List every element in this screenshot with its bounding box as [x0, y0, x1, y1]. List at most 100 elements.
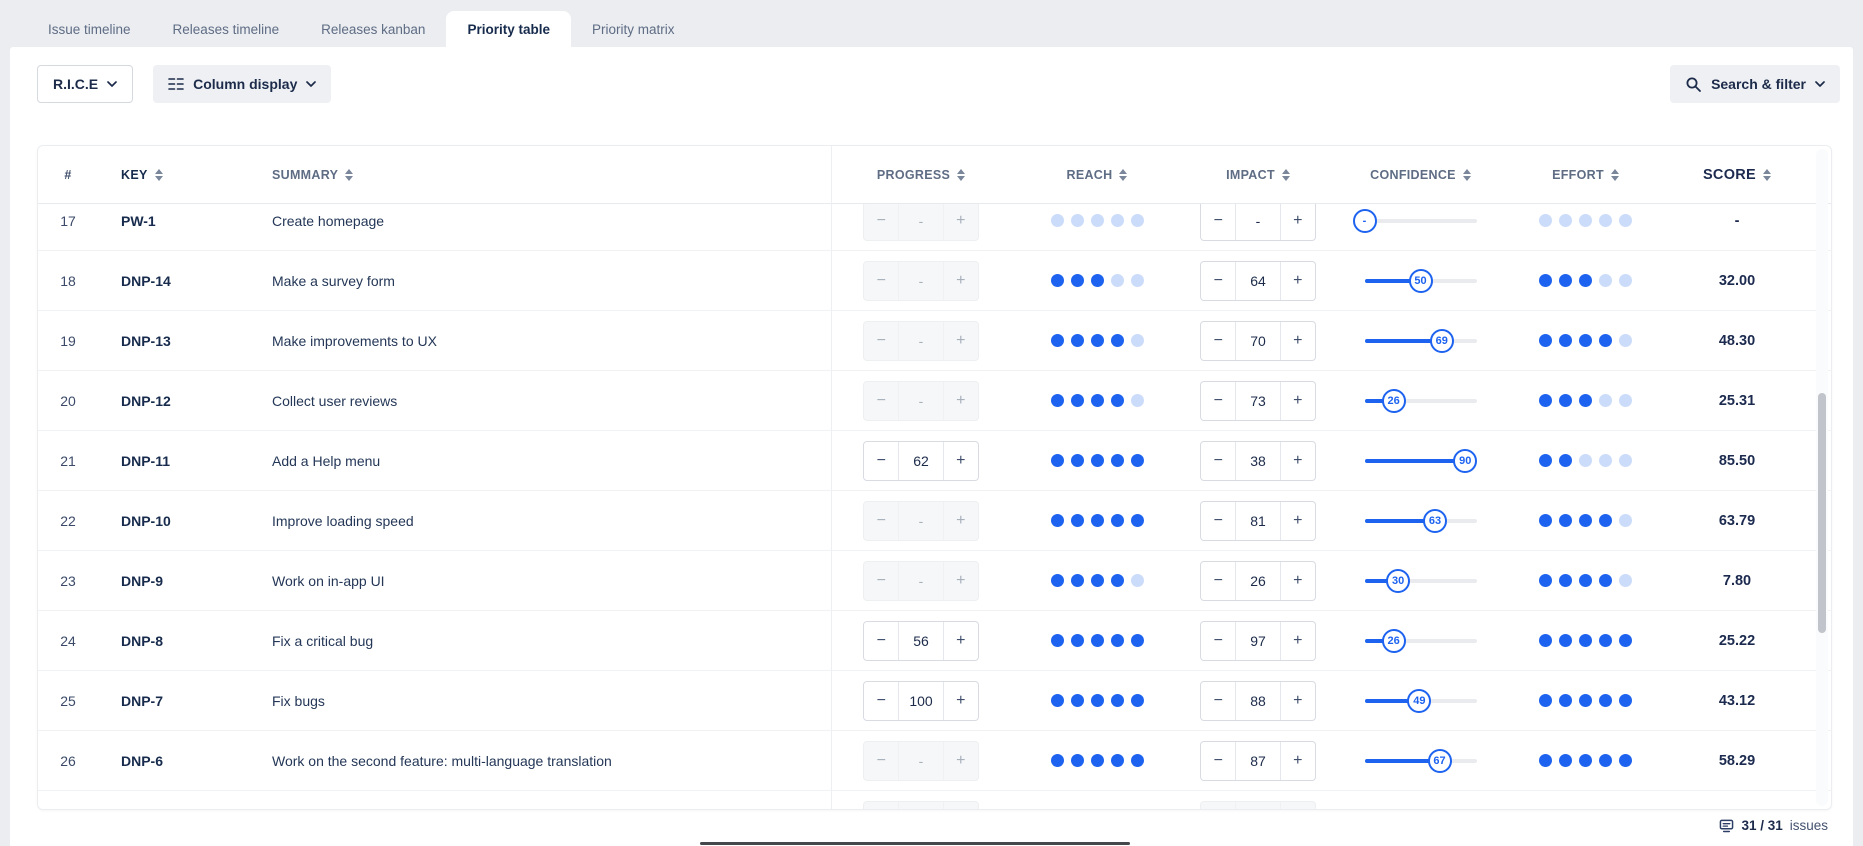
- effort-dot[interactable]: [1599, 514, 1612, 527]
- progress-increment-button[interactable]: +: [944, 622, 978, 660]
- effort-dot[interactable]: [1539, 514, 1552, 527]
- impact-increment-button[interactable]: +: [1281, 682, 1315, 720]
- effort-dot[interactable]: [1539, 634, 1552, 647]
- impact-value[interactable]: 70: [1235, 322, 1280, 360]
- column-header-impact[interactable]: IMPACT: [1183, 168, 1333, 182]
- reach-dot[interactable]: [1051, 754, 1064, 767]
- effort-dot[interactable]: [1559, 754, 1572, 767]
- impact-increment-button[interactable]: +: [1281, 382, 1315, 420]
- vertical-scrollbar-track[interactable]: [1816, 149, 1828, 806]
- reach-dot[interactable]: [1131, 334, 1144, 347]
- effort-dot[interactable]: [1559, 514, 1572, 527]
- progress-value[interactable]: 62: [898, 442, 943, 480]
- impact-value[interactable]: 81: [1235, 502, 1280, 540]
- slider-thumb[interactable]: 90: [1453, 449, 1477, 473]
- slider-thumb[interactable]: 50: [1409, 269, 1433, 293]
- reach-dot[interactable]: [1071, 214, 1084, 227]
- slider-thumb[interactable]: 30: [1386, 569, 1410, 593]
- reach-dot[interactable]: [1091, 574, 1104, 587]
- effort-dot[interactable]: [1559, 634, 1572, 647]
- reach-dot[interactable]: [1111, 214, 1124, 227]
- reach-dot[interactable]: [1051, 214, 1064, 227]
- column-header-confidence[interactable]: CONFIDENCE: [1333, 168, 1508, 182]
- effort-dot[interactable]: [1599, 694, 1612, 707]
- confidence-slider[interactable]: 30: [1365, 568, 1477, 594]
- slider-thumb[interactable]: 49: [1407, 689, 1431, 713]
- confidence-slider[interactable]: 90: [1365, 448, 1477, 474]
- impact-increment-button[interactable]: +: [1281, 204, 1315, 240]
- confidence-slider[interactable]: 26: [1365, 388, 1477, 414]
- impact-increment-button[interactable]: +: [1281, 502, 1315, 540]
- impact-decrement-button[interactable]: −: [1201, 622, 1235, 660]
- confidence-slider[interactable]: 50: [1365, 268, 1477, 294]
- reach-dot[interactable]: [1131, 694, 1144, 707]
- impact-decrement-button[interactable]: −: [1201, 562, 1235, 600]
- confidence-slider[interactable]: 69: [1365, 328, 1477, 354]
- effort-dot[interactable]: [1599, 214, 1612, 227]
- reach-dot[interactable]: [1051, 574, 1064, 587]
- slider-thumb[interactable]: 69: [1430, 329, 1454, 353]
- impact-value[interactable]: 26: [1235, 562, 1280, 600]
- progress-increment-button[interactable]: +: [944, 682, 978, 720]
- impact-decrement-button[interactable]: −: [1201, 382, 1235, 420]
- effort-dot[interactable]: [1619, 514, 1632, 527]
- tab-priority-table[interactable]: Priority table: [446, 11, 571, 47]
- impact-increment-button[interactable]: +: [1281, 262, 1315, 300]
- reach-dot[interactable]: [1071, 694, 1084, 707]
- impact-value[interactable]: 97: [1235, 622, 1280, 660]
- reach-dot[interactable]: [1051, 634, 1064, 647]
- impact-decrement-button[interactable]: −: [1201, 502, 1235, 540]
- effort-dot[interactable]: [1599, 454, 1612, 467]
- reach-dot[interactable]: [1071, 754, 1084, 767]
- effort-dot[interactable]: [1559, 694, 1572, 707]
- reach-dot[interactable]: [1091, 394, 1104, 407]
- impact-decrement-button[interactable]: −: [1201, 262, 1235, 300]
- slider-thumb[interactable]: 26: [1382, 389, 1406, 413]
- effort-dot[interactable]: [1579, 514, 1592, 527]
- impact-decrement-button[interactable]: −: [1201, 682, 1235, 720]
- confidence-slider[interactable]: -: [1365, 208, 1477, 234]
- reach-dot[interactable]: [1071, 634, 1084, 647]
- effort-dot[interactable]: [1559, 454, 1572, 467]
- impact-increment-button[interactable]: +: [1281, 442, 1315, 480]
- reach-dot[interactable]: [1051, 514, 1064, 527]
- effort-dot[interactable]: [1539, 574, 1552, 587]
- effort-dot[interactable]: [1539, 694, 1552, 707]
- slider-track[interactable]: [1365, 219, 1477, 223]
- reach-dot[interactable]: [1051, 274, 1064, 287]
- confidence-slider[interactable]: 67: [1365, 748, 1477, 774]
- slider-thumb[interactable]: 26: [1382, 629, 1406, 653]
- effort-dot[interactable]: [1579, 454, 1592, 467]
- reach-dot[interactable]: [1091, 754, 1104, 767]
- impact-increment-button[interactable]: +: [1281, 742, 1315, 780]
- impact-value[interactable]: 38: [1235, 442, 1280, 480]
- effort-dot[interactable]: [1559, 274, 1572, 287]
- effort-dot[interactable]: [1619, 214, 1632, 227]
- search-filter-button[interactable]: Search & filter: [1670, 65, 1840, 103]
- reach-dot[interactable]: [1131, 514, 1144, 527]
- impact-decrement-button[interactable]: −: [1201, 742, 1235, 780]
- reach-dot[interactable]: [1051, 694, 1064, 707]
- tab-releases-kanban[interactable]: Releases kanban: [300, 11, 446, 47]
- effort-dot[interactable]: [1579, 754, 1592, 767]
- reach-dot[interactable]: [1071, 574, 1084, 587]
- effort-dot[interactable]: [1579, 694, 1592, 707]
- reach-dot[interactable]: [1091, 454, 1104, 467]
- impact-value[interactable]: 87: [1235, 742, 1280, 780]
- progress-value[interactable]: 100: [898, 682, 943, 720]
- progress-decrement-button[interactable]: −: [864, 442, 898, 480]
- impact-decrement-button[interactable]: −: [1201, 204, 1235, 240]
- impact-value[interactable]: -: [1235, 204, 1280, 240]
- reach-dot[interactable]: [1111, 694, 1124, 707]
- impact-value[interactable]: 64: [1235, 262, 1280, 300]
- effort-dot[interactable]: [1619, 394, 1632, 407]
- reach-dot[interactable]: [1051, 334, 1064, 347]
- effort-dot[interactable]: [1559, 394, 1572, 407]
- effort-dot[interactable]: [1579, 634, 1592, 647]
- reach-dot[interactable]: [1071, 334, 1084, 347]
- column-header-key[interactable]: KEY: [98, 168, 248, 182]
- reach-dot[interactable]: [1131, 394, 1144, 407]
- framework-select[interactable]: R.I.C.E: [37, 65, 133, 103]
- effort-dot[interactable]: [1619, 274, 1632, 287]
- reach-dot[interactable]: [1111, 574, 1124, 587]
